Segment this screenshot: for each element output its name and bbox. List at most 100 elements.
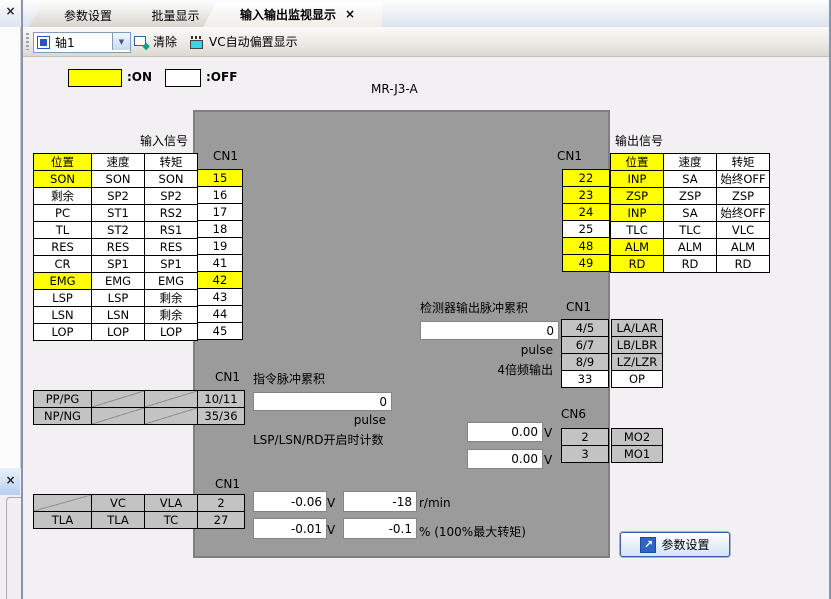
signal-cell: MO2: [612, 429, 662, 445]
pin-cell: 22: [563, 170, 609, 186]
tab-label: 参数设置: [64, 7, 112, 24]
pin-cell: 16: [198, 187, 242, 203]
pin-cell: 35/36: [198, 408, 244, 424]
input-signal-table: 位置速度转矩SONSONSON剩余SP2SP2PCST1RS2TLST2RS1R…: [33, 153, 198, 341]
pin-cell: 8/9: [562, 354, 608, 370]
analog-input-table: VC VLA 2 TLA TLA TC 27: [33, 494, 245, 529]
signal-cell: SP1: [145, 256, 197, 272]
mo2-voltage-unit: V: [544, 426, 552, 440]
output-cn1-label: CN1: [557, 149, 582, 163]
command-cn1-label: CN1: [215, 370, 240, 384]
column-header: 速度: [92, 154, 144, 170]
signal-cell: LSN: [92, 307, 144, 323]
encoder-pulse-note: 4倍频输出: [420, 361, 553, 378]
input-cn1-label: CN1: [213, 149, 238, 163]
command-pulse-value: 0: [253, 392, 392, 411]
panel-close-icon-lower[interactable]: ×: [3, 473, 18, 488]
column-header: 位置: [34, 154, 91, 170]
input-pin-column: 15161718194142434445: [197, 169, 243, 340]
signal-cell: 始终OFF: [717, 205, 769, 221]
toolbar-grip[interactable]: [26, 33, 29, 50]
pin-cell: 23: [563, 187, 609, 203]
vc-offset-icon: [190, 35, 205, 49]
signal-cell: MO1: [612, 446, 662, 462]
tab-batch-display[interactable]: 批量显示: [124, 3, 217, 27]
vc-voltage-unit: V: [327, 496, 335, 510]
pin-cell: 42: [198, 272, 242, 288]
input-signals-title: 输入信号: [140, 132, 188, 149]
tla-voltage-unit: V: [327, 523, 335, 537]
signal-cell: LSN: [34, 307, 91, 323]
pin-cell: 10/11: [198, 391, 244, 407]
axis-select[interactable]: 轴1: [33, 32, 131, 53]
signal-cell: EMG: [92, 273, 144, 289]
cn6-signal-column: MO2MO1: [611, 428, 663, 463]
signal-cell: EMG: [34, 273, 91, 289]
pin-cell: 27: [198, 512, 244, 528]
signal-cell: INP: [611, 171, 663, 187]
signal-cell: RES: [92, 239, 144, 255]
mo1-voltage-value: 0.00: [467, 449, 543, 469]
cn6-pin-column: 23: [561, 428, 609, 463]
na-cell: [34, 495, 91, 511]
column-header: 位置: [611, 154, 663, 170]
column-header: 速度: [664, 154, 716, 170]
signal-cell: ALM: [611, 239, 663, 255]
chevron-down-icon[interactable]: [112, 33, 130, 50]
signal-cell: RS1: [145, 222, 197, 238]
pin-cell: 44: [198, 306, 242, 322]
signal-cell: TC: [145, 512, 197, 528]
na-cell: [92, 391, 144, 407]
signal-cell: 剩余: [145, 290, 197, 306]
pin-cell: 45: [198, 323, 242, 339]
vc-auto-offset-button[interactable]: VC自动偏置显示: [190, 31, 298, 52]
speed-unit: r/min: [419, 496, 451, 510]
tab-parameter-settings[interactable]: 参数设置: [29, 3, 137, 27]
pin-cell: 19: [198, 238, 242, 254]
button-label: 参数设置: [661, 536, 709, 553]
io-monitor-window: × × 参数设置 批量显示 输入输出监视显示 × 轴1 清除 VC自动偏置显示 …: [0, 0, 831, 599]
signal-cell: RD: [717, 256, 769, 272]
clear-button[interactable]: 清除: [134, 31, 177, 52]
signal-cell: SA: [664, 205, 716, 221]
na-cell: [145, 408, 197, 424]
output-pin-column: 222324254849: [562, 169, 610, 272]
signal-cell: EMG: [145, 273, 197, 289]
column-header: 转矩: [717, 154, 769, 170]
tab-io-monitor-display[interactable]: 输入输出监视显示 ×: [203, 1, 382, 27]
signal-cell: SON: [145, 171, 197, 187]
torque-value: -0.1: [343, 518, 417, 539]
mo1-voltage-unit: V: [544, 453, 552, 467]
signal-cell: ZSP: [717, 188, 769, 204]
signal-cell: ZSP: [664, 188, 716, 204]
model-title: MR-J3-A: [371, 82, 418, 96]
signal-cell: VC: [92, 495, 144, 511]
signal-cell: TLA: [34, 512, 91, 528]
signal-cell: TLC: [664, 222, 716, 238]
signal-cell: LB/LBR: [612, 337, 662, 353]
pin-cell: 6/7: [562, 337, 608, 353]
signal-cell: LOP: [92, 324, 144, 340]
signal-cell: LSP: [34, 290, 91, 306]
parameter-settings-button[interactable]: 参数设置: [620, 532, 730, 557]
tab-close-icon[interactable]: ×: [345, 7, 355, 21]
pin-cell: 48: [563, 238, 609, 254]
pin-cell: 43: [198, 289, 242, 305]
clear-button-label: 清除: [153, 33, 177, 50]
signal-cell: SON: [34, 171, 91, 187]
signal-cell: TL: [34, 222, 91, 238]
jump-arrow-icon: [640, 537, 656, 553]
pin-cell: 33: [562, 371, 608, 387]
signal-cell: LOP: [145, 324, 197, 340]
signal-cell: RS2: [145, 205, 197, 221]
legend-on-swatch: [68, 69, 122, 87]
tla-voltage-value: -0.01: [253, 518, 327, 539]
output-signal-table: 位置速度转矩INPSA始终OFFZSPZSPZSPINPSA始终OFFTLCTL…: [610, 153, 770, 273]
encoder-pulse-value: 0: [420, 321, 559, 340]
legend-off-swatch: [165, 69, 201, 87]
na-cell: [145, 391, 197, 407]
axis-select-value: 轴1: [55, 34, 75, 51]
panel-close-icon[interactable]: ×: [3, 4, 18, 19]
column-header: 转矩: [145, 154, 197, 170]
signal-cell: SON: [92, 171, 144, 187]
